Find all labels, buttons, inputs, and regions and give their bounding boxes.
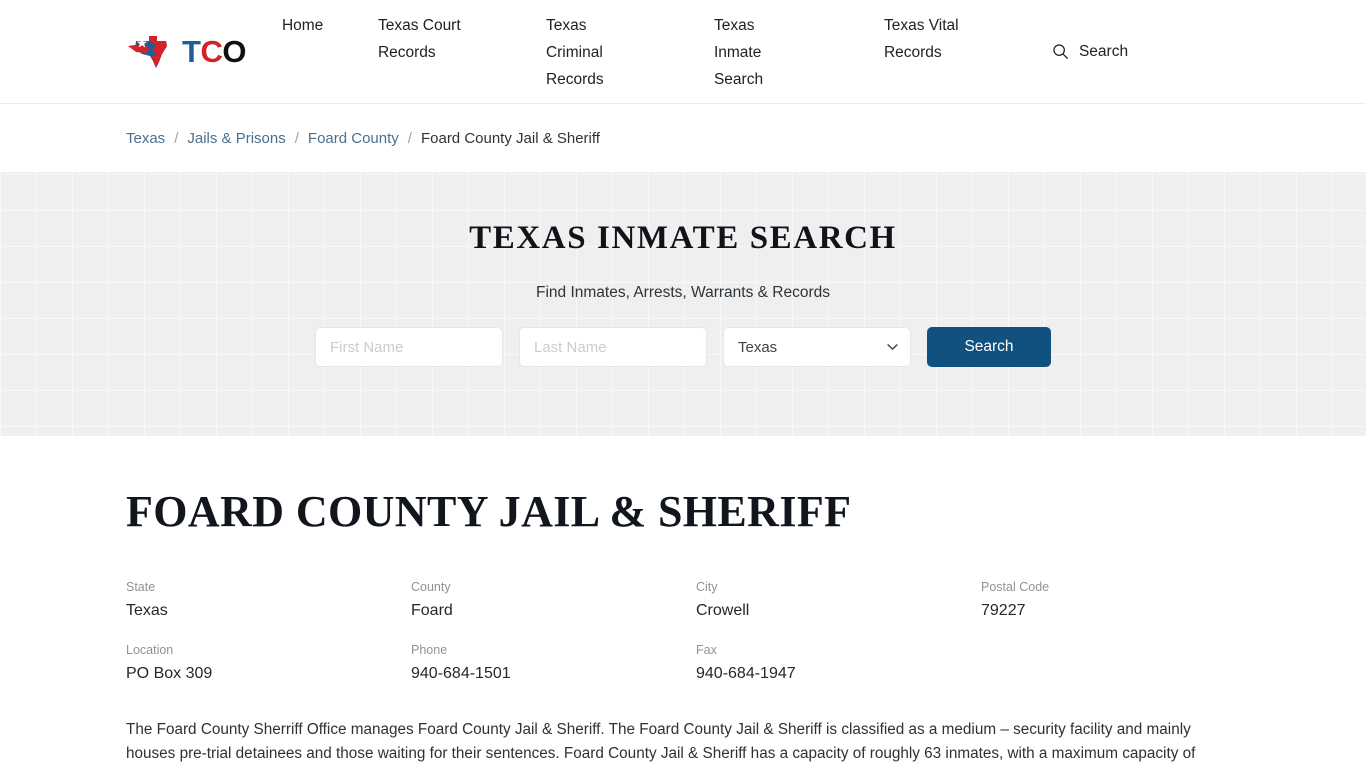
fact-phone: Phone 940-684-1501: [411, 643, 696, 684]
nav-item-texas-court-records[interactable]: Texas Court Records: [378, 12, 483, 66]
texas-state-flag-icon: [128, 35, 167, 68]
fact-location-value: PO Box 309: [126, 664, 213, 682]
nav-cell-home: Home: [282, 12, 378, 39]
site-header: TCO Home Texas Court Records Texas Crimi…: [0, 0, 1366, 104]
fact-county: County Foard: [411, 580, 696, 621]
hero-subtitle: Find Inmates, Arrests, Warrants & Record…: [535, 284, 830, 302]
nav-item-texas-criminal-records-line2: Records: [545, 71, 604, 88]
fact-city-label: City: [696, 580, 718, 595]
nav-cell-texas-inmate-search: Texas Inmate Search: [714, 12, 884, 93]
brand-logo-link[interactable]: TCO: [126, 32, 246, 72]
breadcrumb-separator-1: /: [174, 129, 179, 147]
nav-cell-texas-vital-records: Texas Vital Records: [884, 12, 1052, 66]
facility-facts: State Texas County Foard City Crowell Po…: [126, 580, 1240, 683]
header-search-toggle[interactable]: Search: [1052, 43, 1353, 61]
main-content: FOARD COUNTY JAIL & SHERIFF State Texas …: [0, 487, 1366, 768]
brand-letter-t: T: [182, 34, 201, 69]
nav-item-home[interactable]: Home: [282, 12, 378, 39]
breadcrumb-separator-2: /: [294, 129, 299, 147]
fact-county-value: Foard: [411, 602, 453, 620]
breadcrumb-bar: Texas / Jails & Prisons / Foard County /…: [0, 104, 1366, 172]
nav-item-texas-court-records-line2: Records: [377, 44, 436, 61]
breadcrumb-item-current: Foard County Jail & Sheriff: [420, 129, 600, 147]
state-select[interactable]: Texas: [723, 327, 911, 368]
search-submit-button[interactable]: Search: [927, 327, 1051, 368]
fact-city-value: Crowell: [696, 602, 750, 620]
facts-row-2: Location PO Box 309 Phone 940-684-1501 F…: [126, 643, 1240, 684]
nav-cell-texas-court-records: Texas Court Records: [378, 12, 546, 66]
fact-state-value: Texas: [126, 602, 168, 620]
main-navigation: Home Texas Court Records Texas Criminal …: [282, 10, 1052, 93]
first-name-input[interactable]: [315, 327, 503, 368]
search-icon: [1053, 44, 1068, 59]
fact-phone-value: 940-684-1501: [411, 664, 511, 682]
fact-state: State Texas: [126, 580, 411, 621]
fact-county-label: County: [411, 580, 451, 595]
breadcrumb-separator-3: /: [407, 129, 412, 147]
nav-item-home-line1: Home: [281, 17, 324, 34]
nav-item-texas-criminal-records-line1: Texas Criminal: [545, 17, 603, 61]
fact-location-label: Location: [126, 643, 174, 658]
state-select-wrapper: Texas: [723, 327, 911, 368]
fact-fax-label: Fax: [696, 643, 717, 658]
nav-item-texas-criminal-records[interactable]: Texas Criminal Records: [546, 12, 646, 93]
breadcrumb-item-foard-county[interactable]: Foard County: [308, 130, 399, 147]
fact-phone-label: Phone: [411, 643, 448, 658]
header-search-label: Search: [1078, 42, 1129, 60]
fact-postal-code-label: Postal Code: [981, 580, 1050, 595]
breadcrumb-item-texas[interactable]: Texas: [126, 130, 165, 147]
header-inner: TCO Home Texas Court Records Texas Crimi…: [0, 10, 1366, 93]
fact-location: Location PO Box 309: [126, 643, 411, 684]
nav-item-texas-court-records-line1: Texas Court: [377, 17, 461, 34]
fact-empty-slot: [981, 643, 1266, 684]
nav-item-texas-inmate-search-line2: Search: [713, 71, 764, 88]
facts-row-1: State Texas County Foard City Crowell Po…: [126, 580, 1240, 621]
brand-wordmark: TCO: [182, 36, 246, 67]
page-title: FOARD COUNTY JAIL & SHERIFF: [126, 487, 852, 536]
fact-fax: Fax 940-684-1947: [696, 643, 981, 684]
nav-item-texas-vital-records-line2: Records: [883, 44, 942, 61]
nav-item-texas-vital-records-line1: Texas Vital: [883, 17, 959, 34]
nav-item-texas-inmate-search[interactable]: Texas Inmate Search: [714, 12, 804, 93]
facility-description: The Foard County Sherriff Office manages…: [126, 720, 1196, 762]
nav-item-texas-inmate-search-line1: Texas Inmate: [713, 17, 762, 61]
fact-fax-value: 940-684-1947: [696, 664, 796, 682]
breadcrumb: Texas / Jails & Prisons / Foard County /…: [126, 130, 600, 147]
brand-letter-c: C: [200, 34, 223, 69]
brand-letter-o: O: [222, 34, 246, 69]
fact-postal-code: Postal Code 79227: [981, 580, 1266, 621]
inmate-search-form: Texas Search: [315, 327, 1051, 368]
hero-title: TEXAS INMATE SEARCH: [469, 220, 897, 256]
breadcrumb-item-jails-prisons[interactable]: Jails & Prisons: [187, 130, 285, 147]
last-name-input[interactable]: [519, 327, 707, 368]
hero-search-section: TEXAS INMATE SEARCH Find Inmates, Arrest…: [0, 172, 1366, 436]
fact-city: City Crowell: [696, 580, 981, 621]
fact-postal-code-value: 79227: [981, 602, 1026, 620]
nav-item-texas-vital-records[interactable]: Texas Vital Records: [884, 12, 974, 66]
nav-cell-texas-criminal-records: Texas Criminal Records: [546, 12, 714, 93]
fact-state-label: State: [126, 580, 156, 595]
